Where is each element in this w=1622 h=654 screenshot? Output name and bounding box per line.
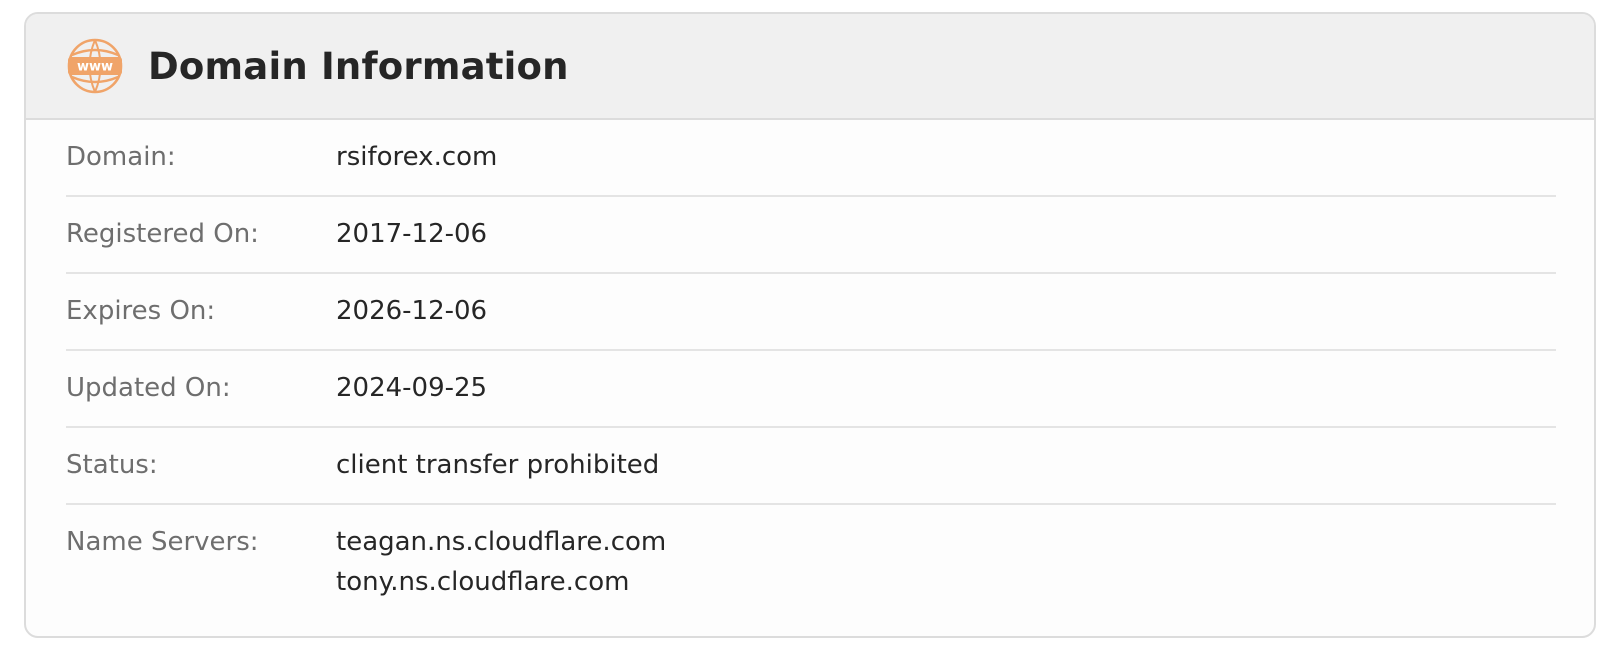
row-label: Domain: (66, 142, 176, 172)
info-row-expires-on: Expires On: 2026-12-06 (66, 274, 1556, 351)
row-label: Expires On: (66, 296, 216, 326)
card-title: Domain Information (148, 44, 569, 88)
www-icon-text: www (77, 60, 113, 75)
info-row-status: Status: client transfer prohibited (66, 428, 1556, 505)
row-value: 2017-12-06 (336, 219, 488, 249)
name-server-item: teagan.ns.cloudflare.com (336, 527, 667, 557)
row-value: 2024-09-25 (336, 373, 488, 403)
row-label: Name Servers: (66, 527, 259, 557)
card-header: www Domain Information (26, 14, 1594, 120)
row-value: client transfer prohibited (336, 450, 660, 480)
row-value: rsiforex.com (336, 142, 498, 172)
row-label: Registered On: (66, 219, 259, 249)
domain-information-card: www Domain Information Domain: rsiforex.… (24, 12, 1596, 638)
name-server-item: tony.ns.cloudflare.com (336, 567, 630, 597)
info-row-name-servers: Name Servers: teagan.ns.cloudflare.com t… (66, 505, 1556, 622)
info-rows: Domain: rsiforex.com Registered On: 2017… (26, 120, 1594, 622)
info-row-updated-on: Updated On: 2024-09-25 (66, 351, 1556, 428)
row-label: Updated On: (66, 373, 231, 403)
row-label: Status: (66, 450, 158, 480)
info-row-registered-on: Registered On: 2017-12-06 (66, 197, 1556, 274)
name-server-list: teagan.ns.cloudflare.com tony.ns.cloudfl… (336, 524, 666, 604)
www-icon: www (67, 38, 123, 94)
info-row-domain: Domain: rsiforex.com (66, 120, 1556, 197)
row-value: 2026-12-06 (336, 296, 488, 326)
